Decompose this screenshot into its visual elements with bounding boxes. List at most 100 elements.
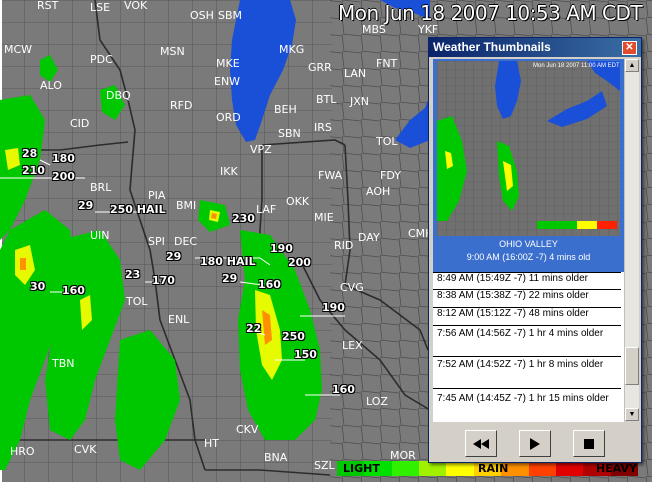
city-label: SBM [218, 9, 243, 22]
storm-label: 29 [78, 199, 94, 212]
stop-button[interactable] [573, 430, 605, 457]
storm-label: 150 [294, 348, 317, 361]
city-label: GRR [308, 61, 332, 74]
city-label: CID [70, 117, 90, 130]
city-label: MCW [4, 43, 33, 56]
city-label: IKK [220, 165, 238, 178]
scroll-up-button[interactable]: ▲ [625, 59, 639, 72]
weather-thumbnails-window: Weather Thumbnails ✕ Mon Jun 18 2007 11:… [428, 37, 642, 463]
rewind-button[interactable] [465, 430, 497, 457]
city-label: RFD [170, 99, 193, 112]
thumbnail-map [437, 61, 620, 236]
city-label: PIA [148, 189, 166, 202]
legend-swatch [419, 461, 447, 476]
city-label: MKE [216, 57, 240, 70]
legend-heavy-label: HEAVY [596, 462, 637, 475]
close-button[interactable]: ✕ [622, 41, 637, 55]
city-label: TOL [376, 135, 398, 148]
city-label: LAF [256, 203, 277, 216]
vertical-scrollbar[interactable]: ▲ ▼ [624, 59, 639, 421]
city-label: FDY [380, 169, 401, 182]
city-label: RST [37, 0, 59, 12]
history-list: 8:49 AM (15:49Z -7) 11 mins older 8:38 A… [433, 272, 624, 422]
city-label: FWA [318, 169, 343, 182]
storm-label: 250 [282, 330, 305, 343]
list-item[interactable]: 8:49 AM (15:49Z -7) 11 mins older [433, 272, 621, 286]
city-label: BEH [274, 103, 297, 116]
city-label: PDC [90, 53, 113, 66]
city-label: LOZ [366, 395, 388, 408]
city-label: MBS [362, 23, 386, 36]
storm-label: 160 [258, 278, 281, 291]
window-title: Weather Thumbnails [433, 40, 551, 54]
list-item[interactable]: 8:12 AM (15:12Z -7) 48 mins older [433, 307, 621, 321]
stop-icon [584, 438, 594, 449]
city-label: YKF [418, 23, 439, 36]
storm-label: 180 HAIL [200, 255, 256, 268]
region-name: OHIO VALLEY [499, 239, 558, 249]
city-label: OKK [286, 195, 310, 208]
storm-label: 200 [52, 170, 75, 183]
close-icon: ✕ [625, 42, 634, 53]
city-label: VOK [124, 0, 148, 12]
play-icon [530, 437, 540, 450]
city-label: MKG [279, 43, 305, 56]
city-label: DBQ [106, 89, 131, 102]
storm-label: 23 [125, 268, 141, 281]
city-label: HT [204, 437, 219, 450]
city-label: DAY [358, 231, 380, 244]
city-label: SZL [314, 459, 335, 472]
city-label: CVK [74, 443, 97, 456]
city-label: CVG [340, 281, 364, 294]
city-label: BNA [264, 451, 288, 464]
storm-label: 28 [22, 147, 38, 160]
city-label: ALO [40, 79, 62, 92]
play-button[interactable] [519, 430, 551, 457]
city-label: ENW [214, 75, 241, 88]
legend-swatch [555, 461, 584, 476]
legend-light-label: LIGHT [343, 462, 380, 475]
city-label: LEX [342, 339, 363, 352]
storm-label: 250 HAIL [110, 203, 166, 216]
city-label: ENL [168, 313, 190, 326]
list-item[interactable]: 8:38 AM (15:38Z -7) 22 mins older [433, 289, 621, 303]
current-thumbnail-panel[interactable]: Mon Jun 18 2007 11:00 AM EDT OHIO VALLEY… [433, 59, 624, 272]
thumbnail-image[interactable]: Mon Jun 18 2007 11:00 AM EDT [437, 61, 620, 236]
scroll-down-button[interactable]: ▼ [625, 408, 639, 421]
storm-label: 160 [62, 284, 85, 297]
city-label: BRL [90, 181, 112, 194]
city-label: OSH [190, 9, 214, 22]
legend-swatch [528, 461, 556, 476]
city-label: UIN [90, 229, 110, 242]
city-label: BTL [316, 93, 337, 106]
city-label: SPI [148, 235, 165, 248]
storm-label: 160 [332, 383, 355, 396]
storm-label: 190 [270, 242, 293, 255]
storm-label: 30 [30, 280, 46, 293]
scroll-thumb[interactable] [625, 347, 639, 385]
legend-swatch [391, 461, 420, 476]
radar-timestamp: Mon Jun 18 2007 10:53 AM CDT [338, 1, 643, 25]
list-item[interactable]: 7:52 AM (14:52Z -7) 1 hr 8 mins older [433, 356, 621, 386]
city-label: MIE [314, 211, 334, 224]
storm-label: 170 [152, 274, 175, 287]
list-item[interactable]: 7:56 AM (14:56Z -7) 1 hr 4 mins older [433, 325, 621, 355]
window-titlebar[interactable]: Weather Thumbnails ✕ [429, 38, 641, 57]
city-label: ORD [216, 111, 241, 124]
storm-label: 29 [222, 272, 238, 285]
storm-label: 200 [288, 256, 311, 269]
storm-label: 230 [232, 212, 255, 225]
city-label: RID [334, 239, 354, 252]
list-item[interactable]: 7:45 AM (14:45Z -7) 1 hr 15 mins older [433, 388, 621, 422]
storm-label: 180 [52, 152, 75, 165]
city-label: LAN [344, 67, 367, 80]
chevron-down-icon: ▼ [628, 411, 636, 418]
chevron-up-icon: ▲ [628, 62, 636, 69]
storm-label: 190 [322, 301, 345, 314]
image-time: 9:00 AM (16:00Z -7) 4 mins old [466, 252, 591, 262]
city-label: SBN [278, 127, 301, 140]
city-label: MSN [160, 45, 185, 58]
city-label: DEC [174, 235, 198, 248]
city-label: BMI [176, 199, 197, 212]
city-label: IRS [314, 121, 332, 134]
